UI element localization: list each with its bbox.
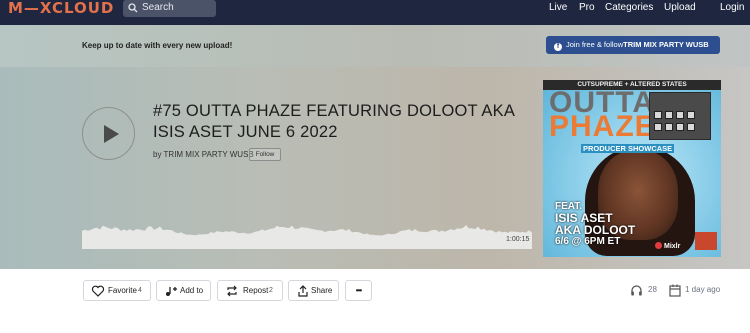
heart-icon — [91, 285, 105, 297]
waveform[interactable] — [82, 203, 532, 249]
repost-button[interactable]: Repost 2 — [217, 280, 283, 301]
add-to-playlist-icon — [166, 287, 177, 296]
play-button[interactable] — [82, 107, 135, 160]
join-follow-button[interactable]: f Join free & followTRIM MIX PARTY WUSB — [546, 36, 720, 54]
calendar-icon — [669, 284, 681, 297]
more-button[interactable]: ••• — [345, 280, 372, 301]
show-byline[interactable]: by TRIM MIX PARTY WUSB — [153, 150, 254, 159]
share-button[interactable]: Share — [288, 280, 339, 301]
share-label: Share — [311, 286, 333, 295]
show-hero: #75 OUTTA PHAZE FEATURING DOLOOT AKA ISI… — [0, 67, 750, 269]
banner-message: Keep up to date with every new upload! — [82, 41, 233, 50]
facebook-icon: f — [554, 43, 562, 51]
search-icon — [128, 3, 138, 13]
favorite-button[interactable]: Favorite 4 — [83, 280, 151, 301]
artwork-feat-block: FEAT. ISIS ASET AKA DOLOOT 6/6 @ 6PM ET — [555, 201, 635, 247]
nav-login[interactable]: Login — [720, 2, 744, 13]
artwork-date: 6/6 @ 6PM ET — [555, 236, 621, 247]
artwork-subtitle: PRODUCER SHOWCASE — [581, 144, 675, 153]
top-nav: M—XCLOUD Search Live Pro Categories Uplo… — [0, 0, 750, 25]
headphones-icon — [631, 285, 642, 296]
nav-pro[interactable]: Pro — [579, 2, 595, 13]
join-prefix: Join free & follow — [566, 40, 624, 49]
play-icon — [104, 125, 119, 143]
search-placeholder: Search — [142, 2, 174, 13]
search-input[interactable]: Search — [123, 0, 216, 17]
artwork-guest2: AKA DOLOOT — [555, 223, 636, 237]
share-icon — [298, 285, 308, 297]
mixcloud-logo[interactable]: M—XCLOUD — [8, 1, 114, 21]
duration-label: 1:00:15 — [506, 236, 530, 243]
play-count: 28 — [648, 285, 657, 294]
repost-icon — [227, 285, 237, 297]
add-to-label: Add to — [180, 286, 204, 295]
posted-date: 1 day ago — [685, 285, 721, 294]
nav-upload[interactable]: Upload — [664, 2, 696, 13]
station-logo-icon — [695, 232, 717, 250]
repost-count: 2 — [269, 287, 273, 294]
favorite-count: 4 — [138, 287, 142, 294]
favorite-label: Favorite — [108, 286, 137, 295]
nav-categories[interactable]: Categories — [605, 2, 653, 13]
add-to-button[interactable]: Add to — [156, 280, 211, 301]
join-name: TRIM MIX PARTY WUSB — [623, 40, 709, 49]
mixlr-icon — [655, 242, 662, 249]
show-title: #75 OUTTA PHAZE FEATURING DOLOOT AKA ISI… — [153, 102, 515, 141]
follow-banner: Keep up to date with every new upload! f… — [0, 25, 750, 67]
mixlr-badge: Mixlr — [655, 242, 680, 250]
show-artwork: CUTSUPREME + ALTERED STATES OUTTA PHAZE … — [543, 80, 721, 257]
sampler-machine-icon — [649, 92, 711, 140]
nav-live[interactable]: Live — [549, 2, 567, 13]
follow-button[interactable]: Follow — [249, 148, 281, 161]
repost-label: Repost — [243, 286, 269, 295]
artwork-line2: PHAZE — [549, 110, 656, 143]
more-icon: ••• — [355, 286, 362, 295]
